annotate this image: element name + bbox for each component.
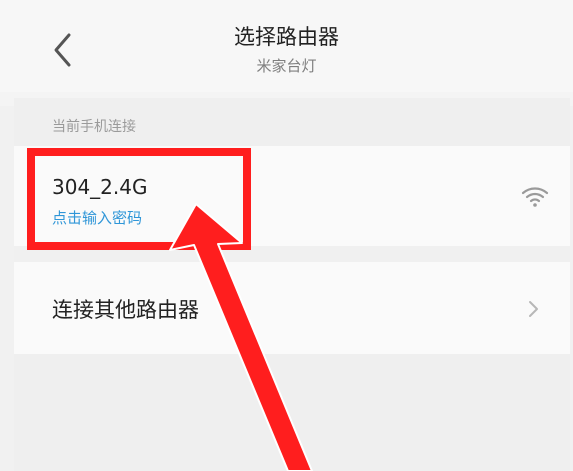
enter-password-link[interactable]: 点击输入密码 (52, 208, 142, 228)
section-label-current-connection: 当前手机连接 (52, 119, 136, 135)
wifi-icon (521, 187, 549, 207)
row-divider (14, 246, 570, 262)
page-subtitle: 米家台灯 (256, 57, 317, 75)
page-title: 选择路由器 (234, 25, 339, 49)
wifi-name: 304_2.4G (52, 175, 148, 199)
top-navigation: 选择路由器 米家台灯 (0, 0, 573, 92)
connect-other-router-label: 连接其他路由器 (52, 298, 199, 322)
chevron-right-icon (529, 301, 538, 317)
